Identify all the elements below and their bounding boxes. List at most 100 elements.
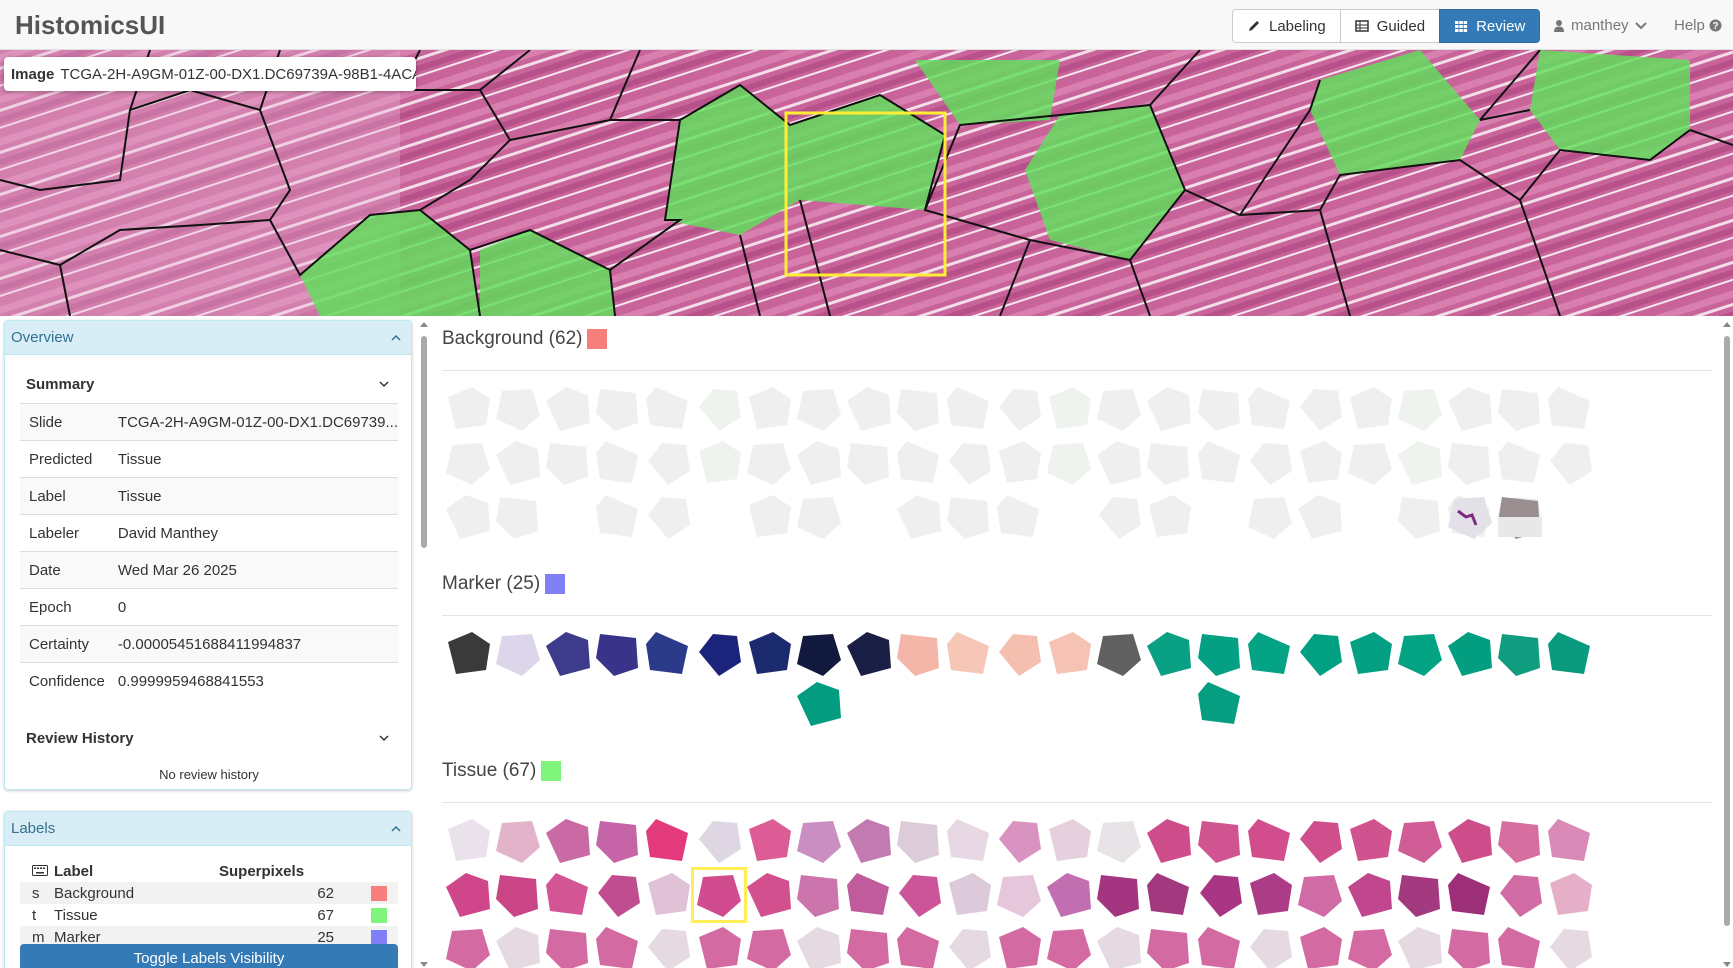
superpixel-thumbnail[interactable] [1143, 383, 1195, 435]
superpixel-thumbnail[interactable] [1394, 383, 1446, 435]
superpixel-thumbnail[interactable] [943, 869, 995, 921]
superpixel-thumbnail[interactable] [1294, 815, 1346, 867]
superpixel-thumbnail[interactable] [1043, 923, 1095, 968]
superpixel-thumbnail[interactable] [1294, 869, 1346, 921]
superpixel-thumbnail[interactable] [993, 923, 1045, 968]
superpixel-thumbnail[interactable] [642, 437, 694, 489]
superpixel-thumbnail[interactable] [1093, 491, 1145, 543]
superpixel-thumbnail[interactable] [1143, 437, 1195, 489]
superpixel-thumbnail[interactable] [492, 491, 544, 543]
superpixel-thumbnail[interactable] [642, 869, 694, 921]
superpixel-thumbnail[interactable] [893, 437, 945, 489]
superpixel-thumbnail[interactable] [1093, 869, 1145, 921]
superpixel-thumbnail[interactable] [843, 815, 895, 867]
superpixel-thumbnail[interactable] [492, 437, 544, 489]
superpixel-thumbnail[interactable] [843, 383, 895, 435]
superpixel-thumbnail[interactable] [993, 628, 1045, 680]
superpixel-thumbnail[interactable] [1244, 491, 1296, 543]
superpixel-thumbnail[interactable] [1444, 815, 1496, 867]
label-color-swatch[interactable] [371, 885, 387, 901]
superpixel-thumbnail[interactable] [793, 815, 845, 867]
superpixel-thumbnail[interactable] [1344, 923, 1396, 968]
superpixel-thumbnail[interactable] [993, 383, 1045, 435]
superpixel-thumbnail[interactable] [893, 628, 945, 680]
superpixel-thumbnail[interactable] [1194, 628, 1246, 680]
superpixel-thumbnail[interactable] [492, 869, 544, 921]
superpixel-thumbnail[interactable] [793, 437, 845, 489]
superpixel-thumbnail[interactable] [893, 491, 945, 543]
superpixel-thumbnail[interactable] [442, 628, 494, 680]
superpixel-thumbnail[interactable] [1494, 491, 1546, 543]
superpixel-thumbnail[interactable] [642, 923, 694, 968]
superpixel-thumbnail[interactable] [1394, 628, 1446, 680]
superpixel-thumbnail[interactable] [1143, 923, 1195, 968]
superpixel-thumbnail[interactable] [1394, 923, 1446, 968]
superpixel-thumbnail[interactable] [1093, 383, 1145, 435]
superpixel-thumbnail[interactable] [1294, 491, 1346, 543]
superpixel-thumbnail[interactable] [1244, 815, 1296, 867]
superpixel-thumbnail[interactable] [1244, 383, 1296, 435]
slide-viewer[interactable]: Image TCGA-2H-A9GM-01Z-00-DX1.DC69739A-9… [0, 50, 1733, 316]
left-scrollbar[interactable] [420, 322, 428, 968]
superpixel-thumbnail[interactable] [993, 869, 1045, 921]
superpixel-thumbnail[interactable] [1494, 923, 1546, 968]
superpixel-thumbnail[interactable] [943, 383, 995, 435]
superpixel-thumbnail[interactable] [793, 923, 845, 968]
superpixel-thumbnail[interactable] [1093, 815, 1145, 867]
superpixel-thumbnail[interactable] [592, 437, 644, 489]
superpixel-thumbnail[interactable] [1043, 383, 1095, 435]
superpixel-thumbnail[interactable] [1544, 628, 1596, 680]
toggle-labels-visibility-button[interactable]: Toggle Labels Visibility [20, 944, 398, 968]
superpixel-thumbnail[interactable] [1244, 437, 1296, 489]
superpixel-thumbnail[interactable] [442, 437, 494, 489]
superpixel-thumbnail[interactable] [542, 437, 594, 489]
superpixel-thumbnail[interactable] [1444, 628, 1496, 680]
superpixel-thumbnail[interactable] [893, 815, 945, 867]
superpixel-thumbnail[interactable] [1143, 491, 1195, 543]
superpixel-thumbnail[interactable] [1294, 923, 1346, 968]
superpixel-thumbnail[interactable] [1544, 383, 1596, 435]
superpixel-thumbnail[interactable] [1043, 815, 1095, 867]
superpixel-thumbnail[interactable] [542, 869, 594, 921]
superpixel-thumbnail[interactable] [843, 628, 895, 680]
superpixel-thumbnail[interactable] [1444, 437, 1496, 489]
guided-mode-button[interactable]: Guided [1339, 9, 1441, 43]
superpixel-thumbnail[interactable] [542, 923, 594, 968]
superpixel-thumbnail[interactable] [843, 437, 895, 489]
superpixel-thumbnail[interactable] [1494, 869, 1546, 921]
superpixel-thumbnail[interactable] [1294, 628, 1346, 680]
superpixel-thumbnail[interactable] [743, 869, 795, 921]
superpixel-thumbnail[interactable] [1294, 437, 1346, 489]
superpixel-thumbnail[interactable] [1344, 383, 1396, 435]
superpixel-thumbnail[interactable] [642, 628, 694, 680]
superpixel-thumbnail[interactable] [1043, 437, 1095, 489]
superpixel-thumbnail[interactable] [693, 628, 745, 680]
superpixel-thumbnail[interactable] [993, 815, 1045, 867]
superpixel-thumbnail[interactable] [1194, 678, 1246, 730]
superpixel-thumbnail[interactable] [1444, 869, 1496, 921]
superpixel-thumbnail[interactable] [743, 437, 795, 489]
superpixel-thumbnail[interactable] [693, 383, 745, 435]
superpixel-thumbnail[interactable] [843, 923, 895, 968]
superpixel-thumbnail[interactable] [542, 383, 594, 435]
superpixel-thumbnail[interactable] [492, 383, 544, 435]
superpixel-thumbnail[interactable] [1344, 628, 1396, 680]
superpixel-thumbnail[interactable] [1093, 628, 1145, 680]
superpixel-thumbnail[interactable] [1143, 628, 1195, 680]
superpixel-thumbnail[interactable] [1494, 815, 1546, 867]
superpixel-thumbnail[interactable] [1093, 923, 1145, 968]
superpixel-thumbnail[interactable] [542, 815, 594, 867]
superpixel-thumbnail[interactable] [1444, 923, 1496, 968]
superpixel-thumbnail[interactable] [1544, 869, 1596, 921]
superpixel-thumbnail[interactable] [1244, 923, 1296, 968]
superpixel-thumbnail[interactable] [743, 491, 795, 543]
review-mode-button[interactable]: Review [1439, 9, 1541, 43]
superpixel-thumbnail[interactable] [442, 923, 494, 968]
superpixel-thumbnail[interactable] [442, 869, 494, 921]
user-menu[interactable]: manthey [1553, 17, 1647, 34]
superpixel-thumbnail[interactable] [1194, 383, 1246, 435]
superpixel-thumbnail[interactable] [542, 628, 594, 680]
superpixel-thumbnail[interactable] [1494, 628, 1546, 680]
superpixel-thumbnail[interactable] [893, 869, 945, 921]
superpixel-thumbnail[interactable] [1043, 869, 1095, 921]
